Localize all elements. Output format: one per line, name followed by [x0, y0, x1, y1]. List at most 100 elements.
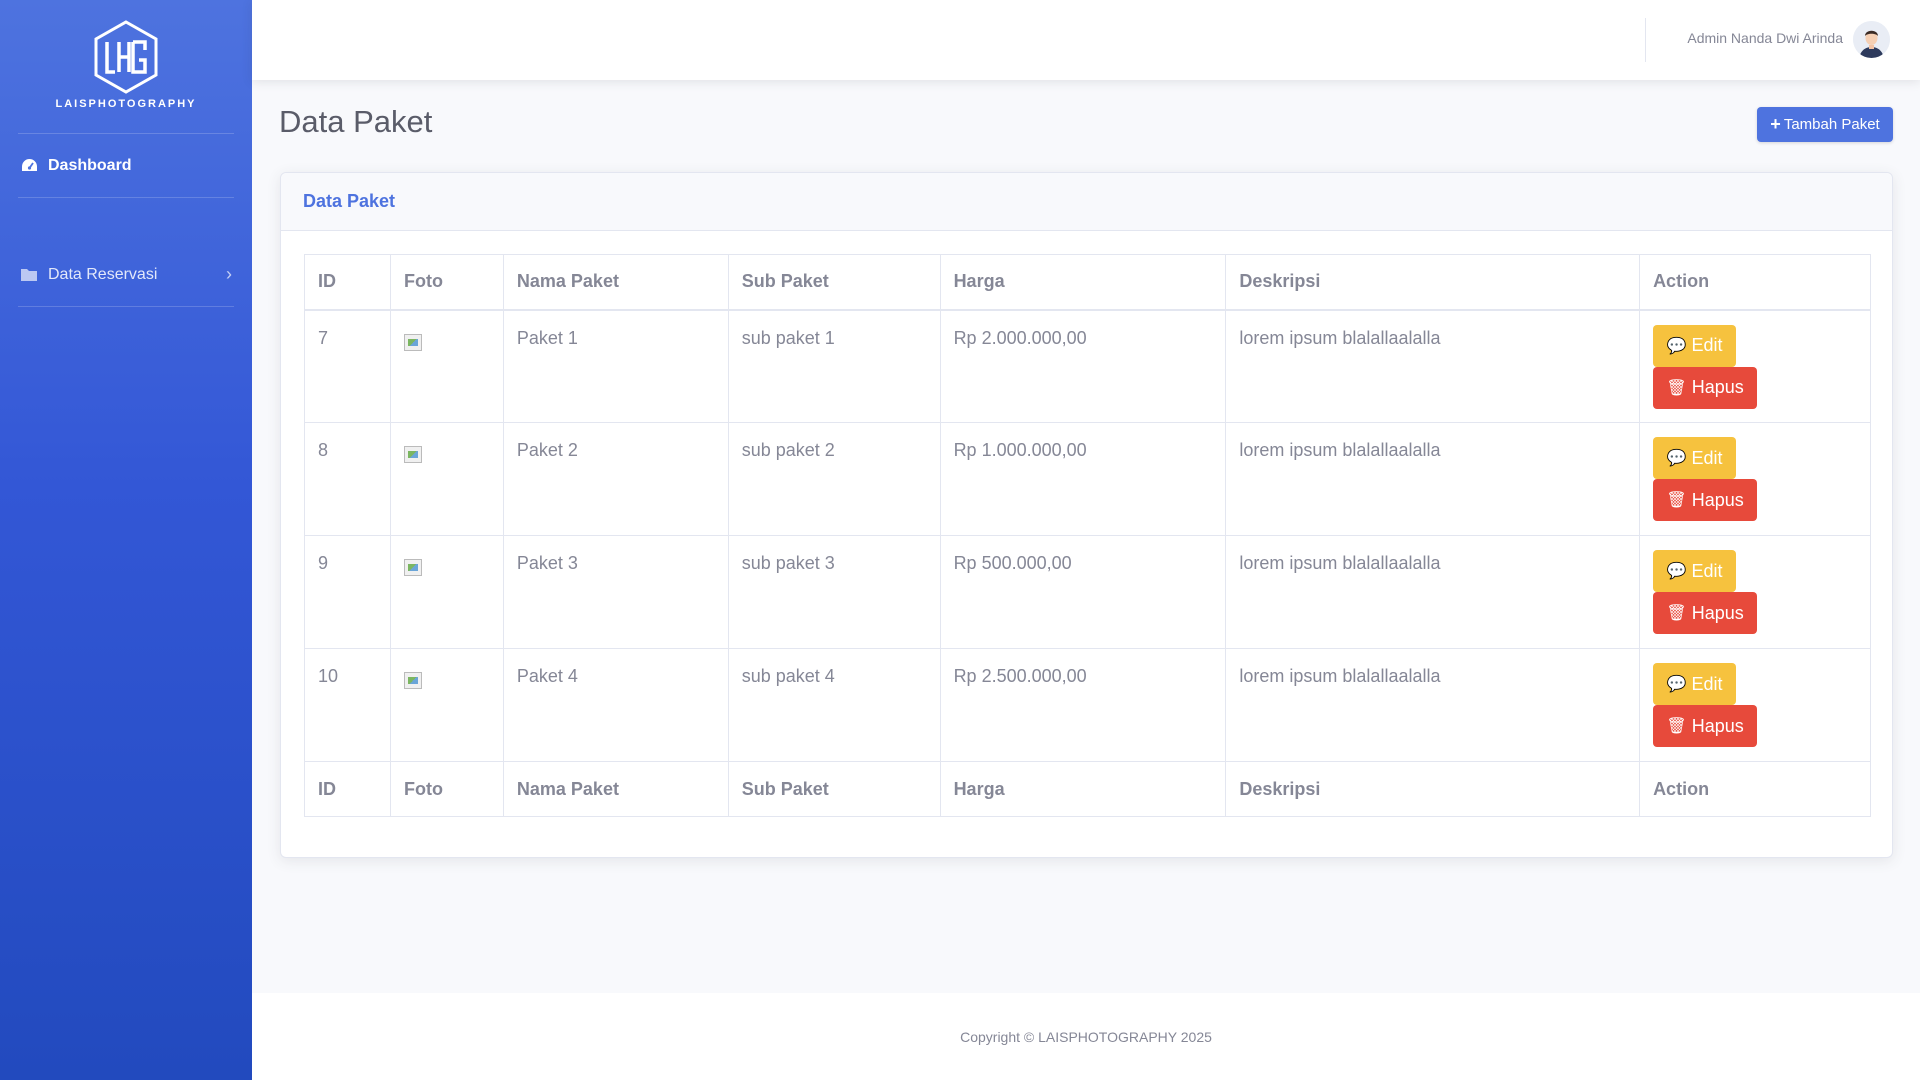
broken-image-icon — [403, 333, 422, 351]
cell-sub-paket: sub paket 3 — [727, 535, 941, 649]
package-table: ID Foto Nama Paket Sub Paket Harga Deskr… — [304, 254, 1871, 817]
trash-icon: 🗑 — [1666, 718, 1687, 735]
edit-label: Edit — [1691, 673, 1723, 694]
tachometer-icon — [20, 157, 38, 175]
column-footer-action: Action — [1639, 761, 1871, 817]
card-header: Data Paket — [281, 173, 1892, 231]
edit-button[interactable]: 💬 Edit — [1653, 550, 1737, 592]
cell-foto — [389, 648, 504, 762]
edit-button[interactable]: 💬 Edit — [1653, 663, 1737, 705]
cell-deskripsi: lorem ipsum blalallaalalla — [1225, 422, 1641, 536]
column-header-id[interactable]: ID — [304, 254, 391, 311]
column-footer-foto: Foto — [389, 761, 504, 817]
delete-label: Hapus — [1691, 489, 1744, 510]
chevron-right-icon: › — [226, 264, 232, 284]
sidebar-divider — [18, 306, 234, 307]
comment-icon: 💬 — [1666, 337, 1687, 355]
trash-icon: 🗑 — [1666, 379, 1687, 397]
cell-action: 💬 Edit 🗑 Hapus — [1639, 309, 1871, 423]
table-row: 7 Paket 1 sub paket 1 Rp 2.000.000,00 lo… — [304, 309, 1871, 423]
footer: Copyright © LAISPHOTOGRAPHY 2025 — [252, 993, 1920, 1080]
column-footer-deskripsi: Deskripsi — [1225, 761, 1641, 817]
column-header-foto[interactable]: Foto — [389, 254, 504, 311]
avatar[interactable] — [1853, 21, 1890, 58]
column-footer-harga: Harga — [939, 761, 1227, 817]
data-card: Data Paket ID Foto Nama Paket Sub Paket … — [280, 172, 1893, 858]
cell-nama-paket: Paket 4 — [502, 648, 729, 762]
comment-icon: 💬 — [1666, 676, 1687, 693]
brand-logo-icon — [94, 20, 158, 94]
edit-button[interactable]: 💬 Edit — [1653, 437, 1737, 479]
cell-nama-paket: Paket 2 — [502, 422, 729, 536]
plus-icon: + — [1770, 114, 1781, 134]
cell-id: 9 — [304, 535, 391, 649]
column-header-sub-paket[interactable]: Sub Paket — [727, 254, 941, 311]
edit-label: Edit — [1691, 447, 1723, 468]
brand[interactable]: LAISPHOTOGRAPHY — [0, 0, 252, 133]
delete-label: Hapus — [1691, 377, 1744, 397]
brand-name: LAISPHOTOGRAPHY — [55, 98, 197, 110]
cell-foto — [389, 535, 504, 649]
cell-deskripsi: lorem ipsum blalallaalalla — [1225, 648, 1641, 762]
cell-foto — [389, 422, 504, 536]
page-title: Data Paket — [279, 104, 433, 139]
add-package-button[interactable]: + Tambah Paket — [1757, 107, 1893, 142]
delete-button[interactable]: 🗑 Hapus — [1653, 366, 1758, 409]
cell-id: 8 — [304, 422, 391, 536]
delete-button[interactable]: 🗑 Hapus — [1653, 592, 1758, 634]
delete-label: Hapus — [1691, 602, 1744, 623]
broken-image-icon — [403, 446, 422, 463]
sidebar-item-dashboard[interactable]: Dashboard — [0, 134, 252, 197]
edit-label: Edit — [1691, 335, 1723, 355]
cell-nama-paket: Paket 3 — [502, 535, 729, 649]
sidebar-item-label: Dashboard — [48, 156, 132, 174]
broken-image-icon — [403, 559, 422, 576]
cell-harga: Rp 2.000.000,00 — [939, 309, 1227, 423]
cell-action: 💬 Edit 🗑 Hapus — [1639, 422, 1871, 536]
sidebar-item-data-reservasi[interactable]: Data Reservasi › — [0, 243, 252, 306]
column-footer-nama-paket: Nama Paket — [502, 761, 729, 817]
delete-button[interactable]: 🗑 Hapus — [1653, 479, 1758, 521]
delete-label: Hapus — [1691, 715, 1744, 736]
cell-nama-paket: Paket 1 — [502, 309, 729, 423]
comment-icon: 💬 — [1666, 563, 1687, 580]
cell-harga: Rp 500.000,00 — [939, 535, 1227, 649]
broken-image-icon — [403, 672, 422, 689]
cell-id: 10 — [304, 648, 391, 762]
cell-action: 💬 Edit 🗑 Hapus — [1639, 648, 1871, 762]
table-row: 9 Paket 3 sub paket 3 Rp 500.000,00 lore… — [304, 535, 1871, 649]
column-footer-id: ID — [304, 761, 391, 817]
edit-label: Edit — [1691, 560, 1723, 581]
sidebar: LAISPHOTOGRAPHY Dashboard Data Reservasi… — [0, 0, 252, 1080]
table-row: 8 Paket 2 sub paket 2 Rp 1.000.000,00 lo… — [304, 422, 1871, 536]
trash-icon: 🗑 — [1666, 492, 1687, 509]
cell-action: 💬 Edit 🗑 Hapus — [1639, 535, 1871, 649]
table-row: 10 Paket 4 sub paket 4 Rp 2.500.000,00 l… — [304, 648, 1871, 762]
table-header-row: ID Foto Nama Paket Sub Paket Harga Deskr… — [304, 254, 1871, 311]
copyright-text: Copyright © LAISPHOTOGRAPHY 2025 — [960, 1028, 1212, 1045]
topbar: Admin Nanda Dwi Arinda — [252, 0, 1920, 80]
user-name[interactable]: Admin Nanda Dwi Arinda — [1687, 30, 1843, 46]
trash-icon: 🗑 — [1666, 605, 1687, 622]
column-header-nama-paket[interactable]: Nama Paket — [502, 254, 729, 311]
cell-id: 7 — [304, 309, 391, 423]
column-header-deskripsi[interactable]: Deskripsi — [1225, 254, 1641, 311]
table-footer-row: ID Foto Nama Paket Sub Paket Harga Deskr… — [304, 761, 1871, 817]
column-header-action[interactable]: Action — [1639, 254, 1871, 311]
edit-button[interactable]: 💬 Edit — [1653, 324, 1737, 367]
cell-deskripsi: lorem ipsum blalallaalalla — [1225, 309, 1641, 423]
topbar-divider — [1645, 18, 1646, 62]
cell-harga: Rp 1.000.000,00 — [939, 422, 1227, 536]
card-title: Data Paket — [303, 191, 396, 211]
cell-foto — [389, 309, 504, 423]
cell-sub-paket: sub paket 2 — [727, 422, 941, 536]
comment-icon: 💬 — [1666, 450, 1687, 467]
delete-button[interactable]: 🗑 Hapus — [1653, 705, 1758, 747]
cell-deskripsi: lorem ipsum blalallaalalla — [1225, 535, 1641, 649]
add-package-label: Tambah Paket — [1783, 116, 1880, 133]
column-header-harga[interactable]: Harga — [939, 254, 1227, 311]
cell-sub-paket: sub paket 4 — [727, 648, 941, 762]
folder-icon — [20, 266, 38, 284]
sidebar-item-label: Data Reservasi — [48, 265, 158, 283]
cell-harga: Rp 2.500.000,00 — [939, 648, 1227, 762]
